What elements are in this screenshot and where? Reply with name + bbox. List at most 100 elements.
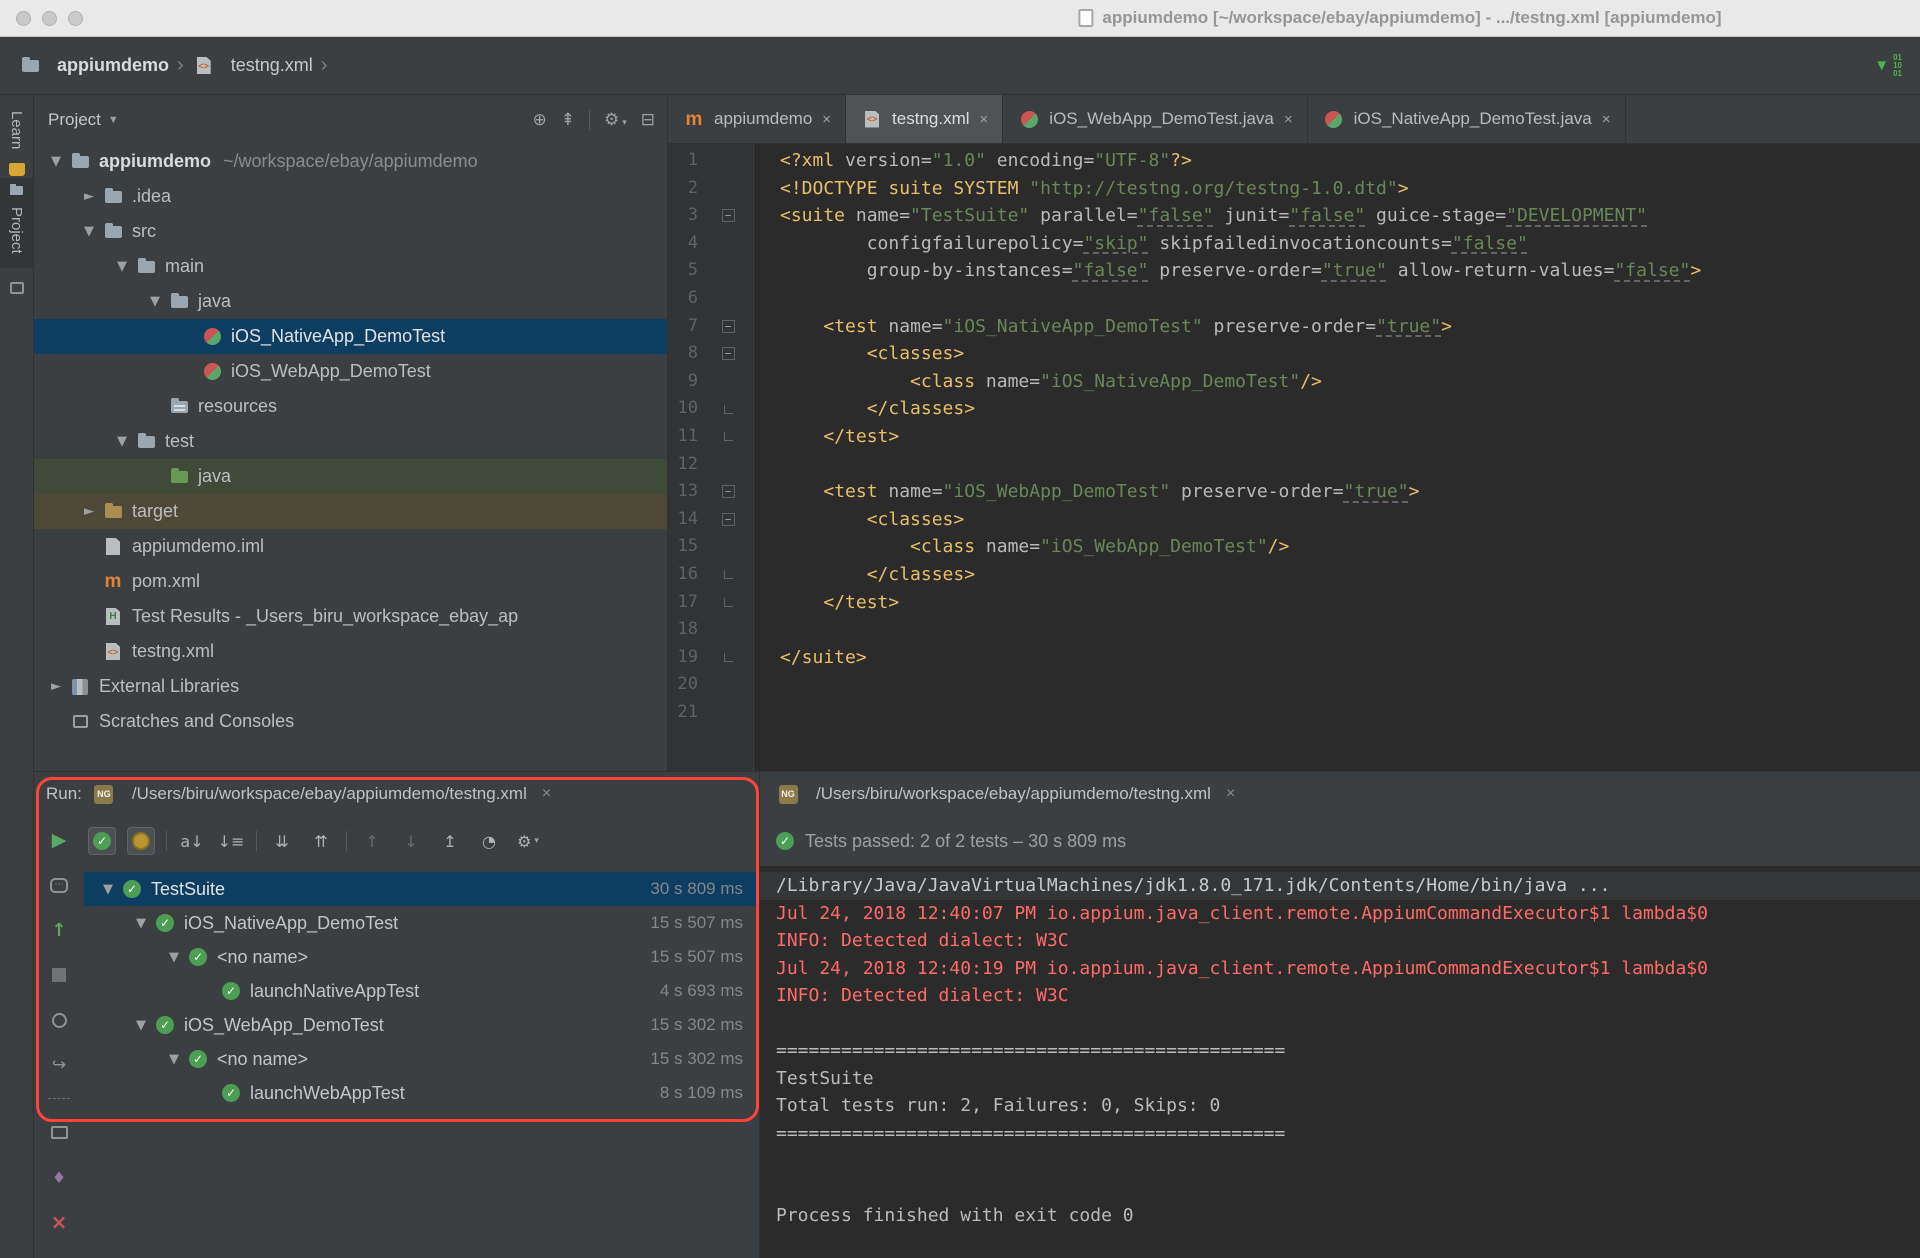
fold-start-icon[interactable]: − <box>722 485 735 498</box>
editor-tab-testng-xml[interactable]: <>testng.xml× <box>846 95 1003 143</box>
fold-start-icon[interactable]: − <box>722 347 735 360</box>
chevron-right-icon[interactable]: ► <box>77 504 101 519</box>
close-tab-icon[interactable]: × <box>822 111 831 128</box>
chevron-down-icon[interactable]: ▼ <box>108 114 119 126</box>
stop-button[interactable] <box>45 961 73 989</box>
previous-failed-test-button[interactable]: ↑ <box>358 827 386 855</box>
close-icon[interactable]: × <box>1226 785 1235 803</box>
line-number: 3 <box>668 202 706 230</box>
fold-end-icon[interactable] <box>724 432 733 441</box>
project-item-java[interactable]: java <box>34 459 667 494</box>
console-tab[interactable]: NG /Users/biru/workspace/ebay/appiumdemo… <box>776 783 1235 805</box>
rerun-failed-tests-button[interactable]: ↑ <box>45 916 73 944</box>
chevron-down-icon[interactable]: ▼ <box>110 434 134 449</box>
close-tab-icon[interactable]: × <box>980 111 989 128</box>
console-output[interactable]: /Library/Java/JavaVirtualMachines/jdk1.8… <box>760 866 1920 1258</box>
project-item-external-libraries[interactable]: ►External Libraries <box>34 669 667 704</box>
fold-end-icon[interactable] <box>724 653 733 662</box>
update-indicator[interactable]: ▼ 01 10 01 <box>1874 54 1902 78</box>
close-button[interactable]: × <box>45 1208 73 1236</box>
chevron-down-icon[interactable]: ▼ <box>129 1018 153 1033</box>
project-item-java[interactable]: ▼java <box>34 284 667 319</box>
project-item-ios-webapp-demotest[interactable]: iOS_WebApp_DemoTest <box>34 354 667 389</box>
close-tab-icon[interactable]: × <box>1602 111 1611 128</box>
code-line-18: 18 <box>668 616 1920 644</box>
test-node-testsuite[interactable]: ▼✓TestSuite30 s 809 ms <box>84 872 759 906</box>
close-window-button[interactable] <box>16 11 31 26</box>
project-item-src[interactable]: ▼src <box>34 214 667 249</box>
project-item-idea[interactable]: ►.idea <box>34 179 667 214</box>
breadcrumb-file[interactable]: <> testng.xml <box>192 55 313 77</box>
project-item-testng-xml[interactable]: <>testng.xml <box>34 634 667 669</box>
test-node-no-name[interactable]: ▼✓<no name>15 s 507 ms <box>84 940 759 974</box>
test-node-launchnativeapptest[interactable]: ✓launchNativeAppTest4 s 693 ms <box>84 974 759 1008</box>
dump-threads-button[interactable] <box>45 1006 73 1034</box>
editor-tab-ios-nativeapp-demotest-java[interactable]: iOS_NativeApp_DemoTest.java× <box>1308 95 1626 143</box>
chevron-down-icon[interactable]: ▼ <box>110 259 134 274</box>
chevron-down-icon[interactable]: ▼ <box>143 294 167 309</box>
project-item-scratches-and-consoles[interactable]: Scratches and Consoles <box>34 704 667 739</box>
chevron-right-icon[interactable]: ► <box>44 679 68 694</box>
test-node-no-name[interactable]: ▼✓<no name>15 s 302 ms <box>84 1042 759 1076</box>
zoom-window-button[interactable] <box>68 11 83 26</box>
show-ignored-button[interactable] <box>127 827 155 855</box>
fold-start-icon[interactable]: − <box>722 209 735 222</box>
test-history-button[interactable]: ◔ <box>475 827 503 855</box>
editor-content[interactable]: 1<?xml version="1.0" encoding="UTF-8"?>2… <box>668 147 1920 726</box>
gear-icon[interactable]: ⚙▾ <box>604 110 627 130</box>
pin-tab-button[interactable]: ♦ <box>45 1163 73 1191</box>
exit-button[interactable]: ↪ <box>45 1051 73 1079</box>
fold-start-icon[interactable]: − <box>722 320 735 333</box>
run-config-tab[interactable]: NG /Users/biru/workspace/ebay/appiumdemo… <box>92 783 551 805</box>
chevron-down-icon[interactable]: ▼ <box>96 882 120 897</box>
strip-tab-learn[interactable]: Learn <box>8 111 25 149</box>
chevron-down-icon[interactable]: ▼ <box>44 154 68 169</box>
test-node-launchwebapptest[interactable]: ✓launchWebAppTest8 s 109 ms <box>84 1076 759 1110</box>
hide-tool-window-icon[interactable]: ⊟ <box>641 110 655 130</box>
next-failed-test-button[interactable]: ↓ <box>397 827 425 855</box>
fold-start-icon[interactable]: − <box>722 513 735 526</box>
editor-area[interactable]: mappiumdemo×<>testng.xml×iOS_WebApp_Demo… <box>667 95 1920 771</box>
learn-book-icon[interactable] <box>9 163 25 176</box>
test-node-ios-webapp-demotest[interactable]: ▼✓iOS_WebApp_DemoTest15 s 302 ms <box>84 1008 759 1042</box>
rerun-button[interactable]: ▶ <box>45 826 73 854</box>
project-item-pom-xml[interactable]: mpom.xml <box>34 564 667 599</box>
expand-all-button[interactable]: ⇊ <box>268 827 296 855</box>
chevron-down-icon[interactable]: ▼ <box>162 1052 186 1067</box>
project-item-appiumdemo[interactable]: ▼appiumdemo~/workspace/ebay/appiumdemo <box>34 144 667 179</box>
close-icon[interactable]: × <box>542 785 551 803</box>
show-passed-button[interactable]: ✓ <box>88 827 116 855</box>
project-item-resources[interactable]: resources <box>34 389 667 424</box>
strip-tab-project[interactable]: Project <box>0 178 33 268</box>
chevron-down-icon[interactable]: ▼ <box>162 950 186 965</box>
editor-tab-ios-webapp-demotest-java[interactable]: iOS_WebApp_DemoTest.java× <box>1003 95 1307 143</box>
project-item-ios-nativeapp-demotest[interactable]: iOS_NativeApp_DemoTest <box>34 319 667 354</box>
chevron-down-icon[interactable]: ▼ <box>77 224 101 239</box>
project-item-test[interactable]: ▼test <box>34 424 667 459</box>
sort-by-duration-button[interactable]: ↓≡ <box>217 827 245 855</box>
project-item-appiumdemo-iml[interactable]: appiumdemo.iml <box>34 529 667 564</box>
sort-alphabetically-button[interactable]: a↓ <box>178 827 206 855</box>
locate-file-icon[interactable]: ⊕ <box>532 110 546 130</box>
fold-end-icon[interactable] <box>724 570 733 579</box>
test-runner-notifications-button[interactable]: ⋯ <box>45 871 73 899</box>
chevron-right-icon[interactable]: ► <box>77 189 101 204</box>
collapse-all-icon[interactable]: ⇞ <box>561 110 575 130</box>
import-test-results-button[interactable]: ↥ <box>436 827 464 855</box>
console-button[interactable] <box>45 1118 73 1146</box>
minimize-window-button[interactable] <box>42 11 57 26</box>
editor-tab-appiumdemo[interactable]: mappiumdemo× <box>668 95 846 143</box>
project-panel-title[interactable]: Project <box>48 110 101 130</box>
collapse-all-button[interactable]: ⇈ <box>307 827 335 855</box>
breadcrumb-project[interactable]: appiumdemo <box>18 55 169 77</box>
fold-end-icon[interactable] <box>724 405 733 414</box>
project-item-target[interactable]: ►target <box>34 494 667 529</box>
test-node-ios-nativeapp-demotest[interactable]: ▼✓iOS_NativeApp_DemoTest15 s 507 ms <box>84 906 759 940</box>
project-item-test-results-users-biru-workspace-ebay-ap[interactable]: HTest Results - _Users_biru_workspace_eb… <box>34 599 667 634</box>
settings-button[interactable]: ⚙▾ <box>514 827 542 855</box>
strip-misc-icon[interactable] <box>10 282 24 294</box>
project-item-main[interactable]: ▼main <box>34 249 667 284</box>
fold-end-icon[interactable] <box>724 598 733 607</box>
close-tab-icon[interactable]: × <box>1284 111 1293 128</box>
chevron-down-icon[interactable]: ▼ <box>129 916 153 931</box>
